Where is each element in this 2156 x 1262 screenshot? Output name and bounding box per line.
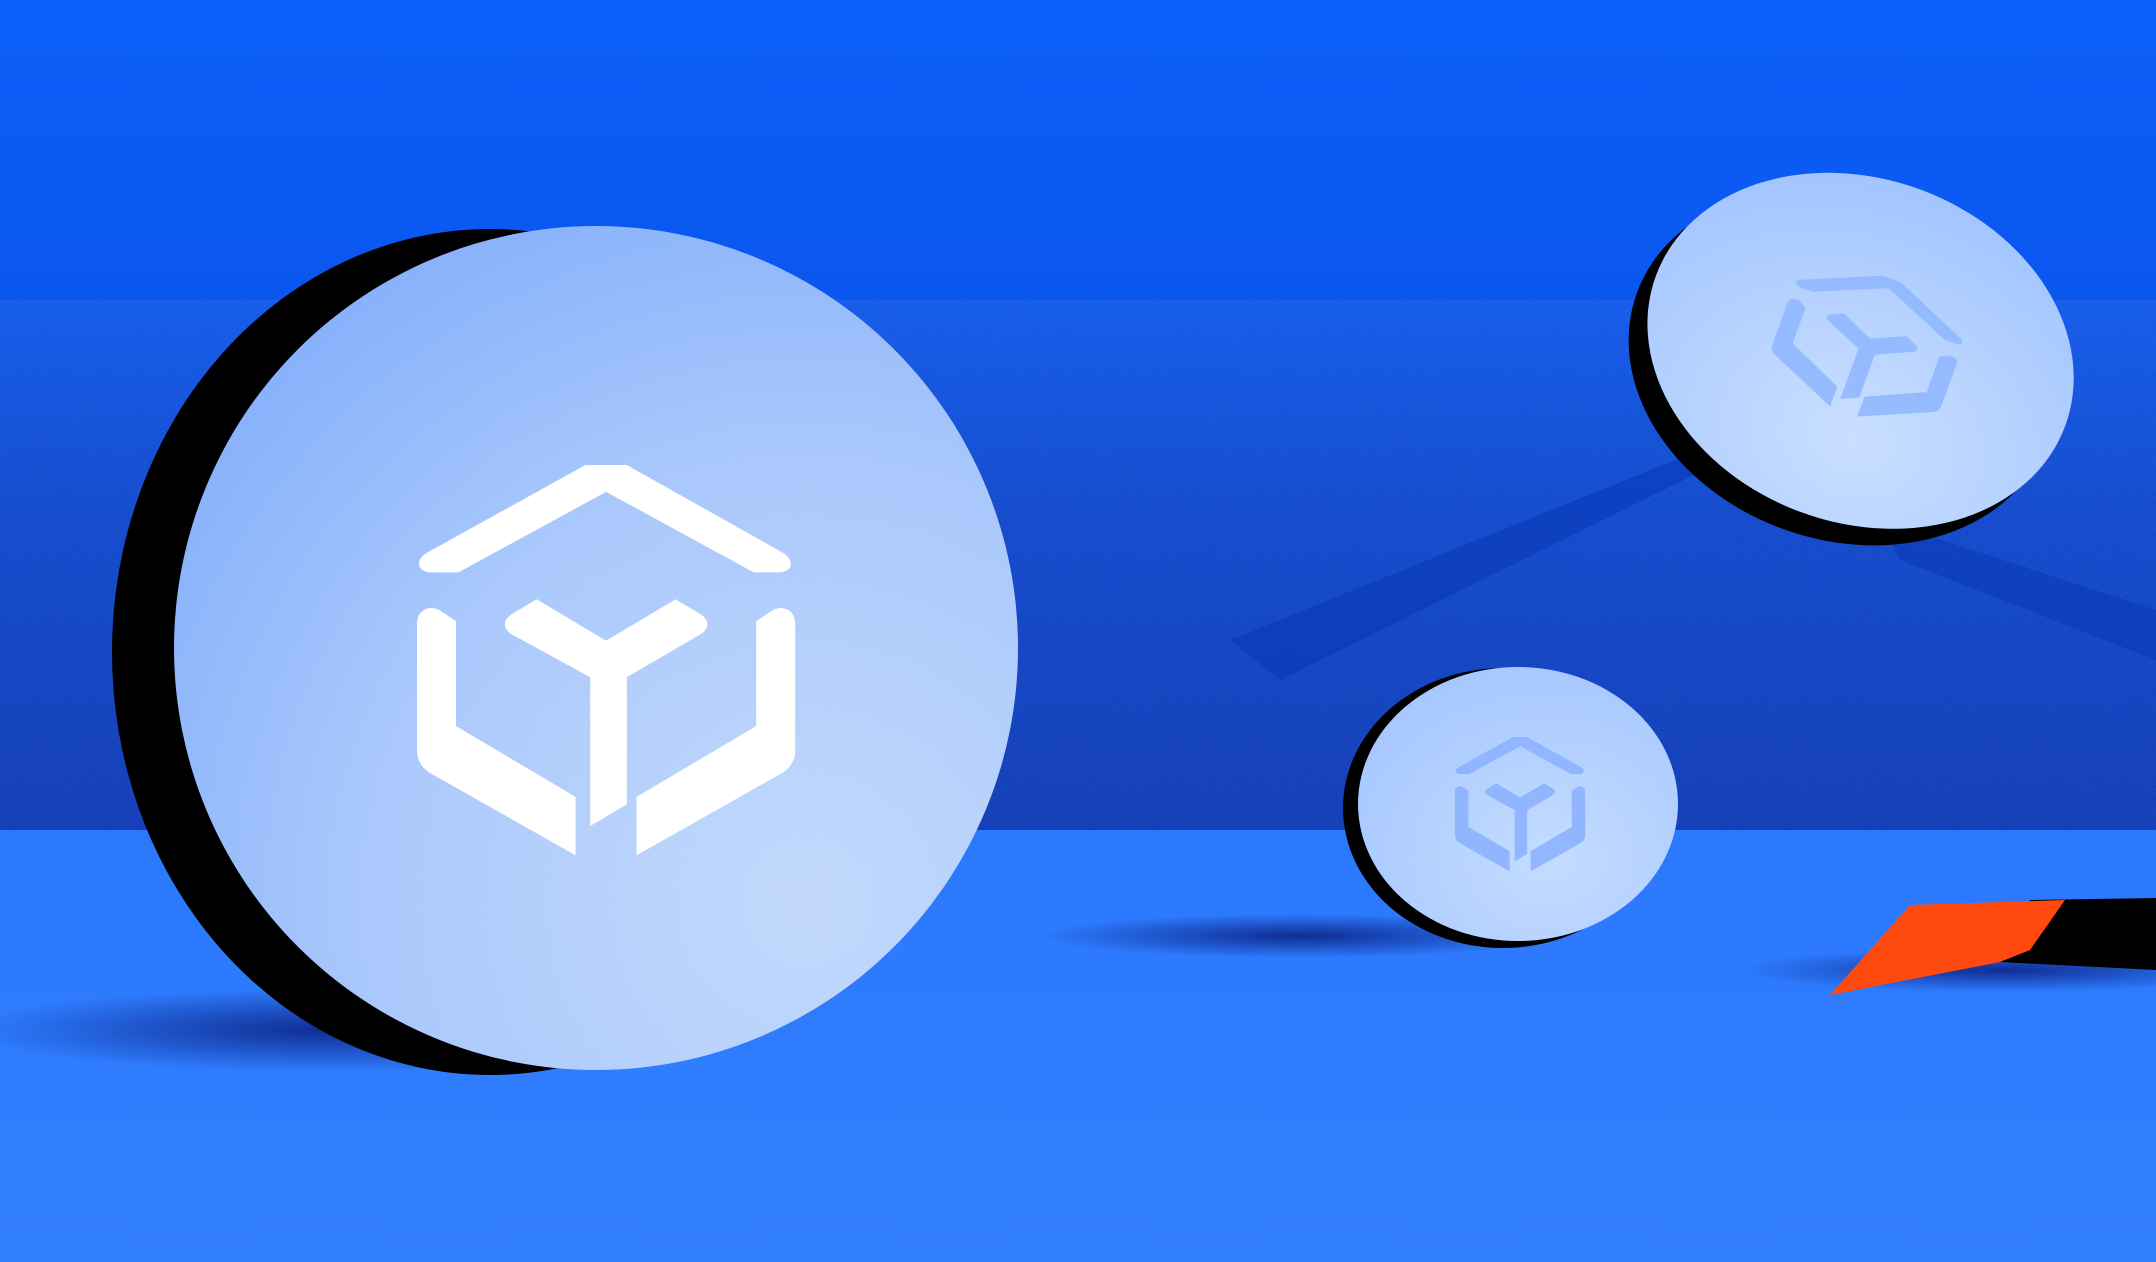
large-coin — [112, 226, 1018, 1075]
illustration-scene — [0, 0, 2156, 1262]
